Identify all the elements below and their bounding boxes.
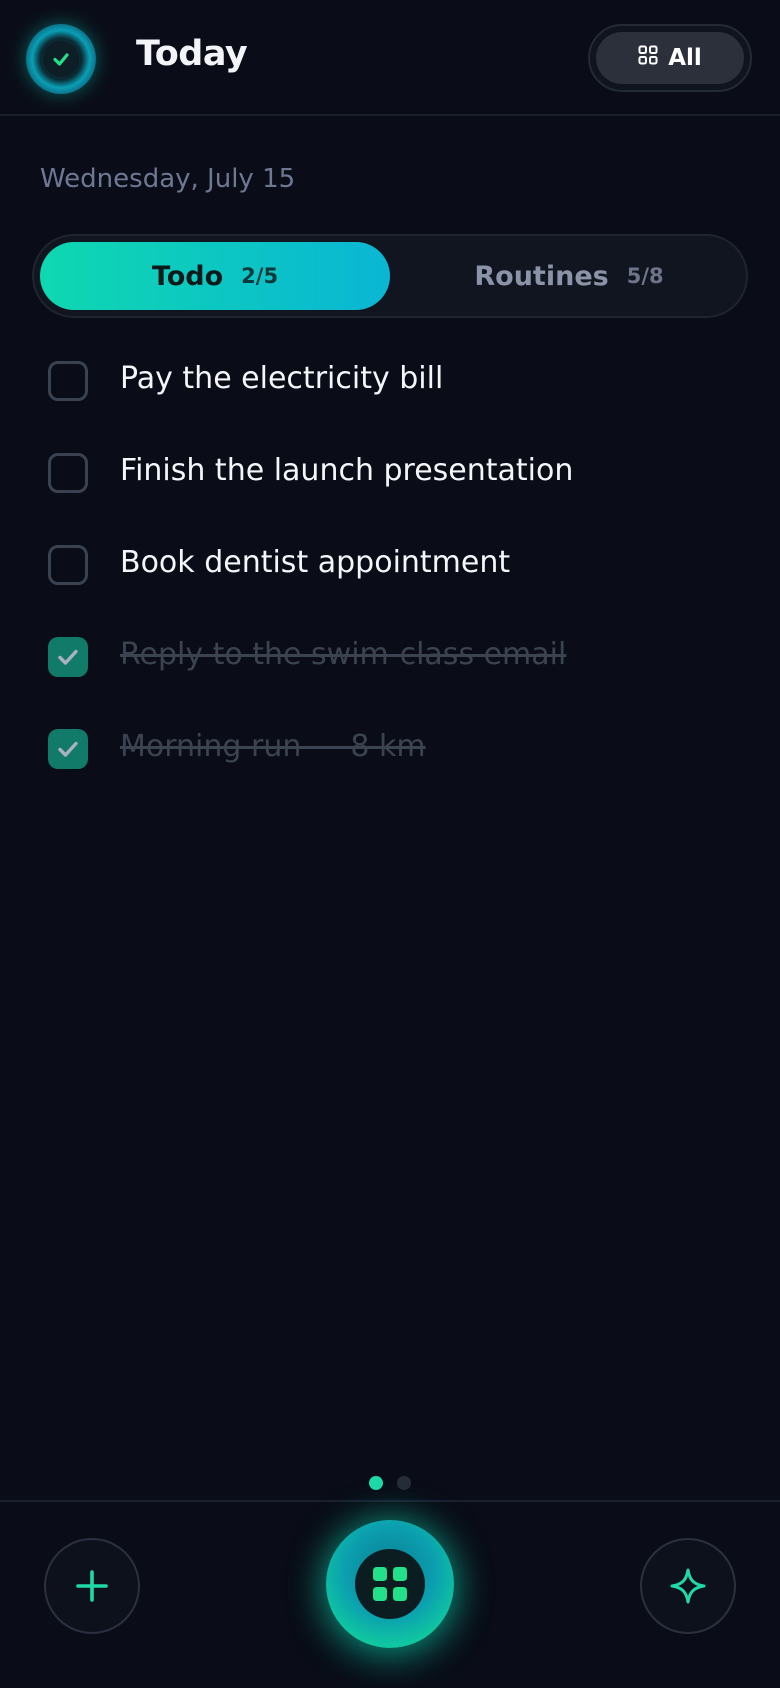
task-item[interactable]: Book dentist appointment	[48, 543, 748, 587]
filter-all-button[interactable]: All	[596, 32, 744, 84]
tab-routines[interactable]: Routines 5/8	[394, 242, 744, 310]
task-checkbox-checked[interactable]	[48, 729, 88, 769]
task-checkbox[interactable]	[48, 453, 88, 493]
task-item[interactable]: Finish the launch presentation	[48, 451, 748, 495]
filter-button-frame: All	[588, 24, 752, 92]
task-item-completed[interactable]: Morning run — 8 km	[48, 727, 748, 771]
task-text: Pay the electricity bill	[120, 361, 444, 396]
filter-all-label: All	[668, 45, 702, 71]
task-text: Book dentist appointment	[120, 545, 511, 580]
ai-assist-button[interactable]	[640, 1538, 736, 1634]
checkmark-icon	[58, 649, 78, 665]
sparkle-icon	[670, 1568, 706, 1604]
task-text: Reply to the swim-class email	[120, 637, 567, 672]
tab-switcher: Todo 2/5 Routines 5/8	[32, 234, 748, 318]
add-task-button[interactable]	[44, 1538, 140, 1634]
page-title: Today	[136, 34, 248, 74]
tab-routines-count: 5/8	[626, 264, 664, 288]
task-checkbox-checked[interactable]	[48, 637, 88, 677]
page-dot-active[interactable]	[369, 1476, 383, 1490]
task-item-completed[interactable]: Reply to the swim-class email	[48, 635, 748, 679]
apps-button[interactable]	[326, 1520, 454, 1648]
checkmark-icon	[58, 741, 78, 757]
app-header: Today All	[0, 0, 780, 116]
tab-todo[interactable]: Todo 2/5	[40, 242, 390, 310]
apps-grid-icon	[355, 1549, 425, 1619]
tab-todo-label: Todo	[151, 260, 224, 292]
app-logo[interactable]	[26, 24, 96, 94]
page-indicator	[0, 1476, 780, 1490]
task-checkbox[interactable]	[48, 545, 88, 585]
bottom-bar	[0, 1500, 780, 1688]
grid-icon	[638, 45, 658, 71]
current-date: Wednesday, July 15	[40, 164, 296, 194]
task-checkbox[interactable]	[48, 361, 88, 401]
page-dot[interactable]	[397, 1476, 411, 1490]
task-text: Morning run — 8 km	[120, 729, 426, 764]
tab-routines-label: Routines	[474, 260, 609, 292]
task-item[interactable]: Pay the electricity bill	[48, 359, 748, 403]
plus-icon	[76, 1570, 108, 1602]
tab-todo-count: 2/5	[241, 264, 279, 288]
check-circle-icon	[43, 41, 79, 77]
task-text: Finish the launch presentation	[120, 453, 574, 488]
